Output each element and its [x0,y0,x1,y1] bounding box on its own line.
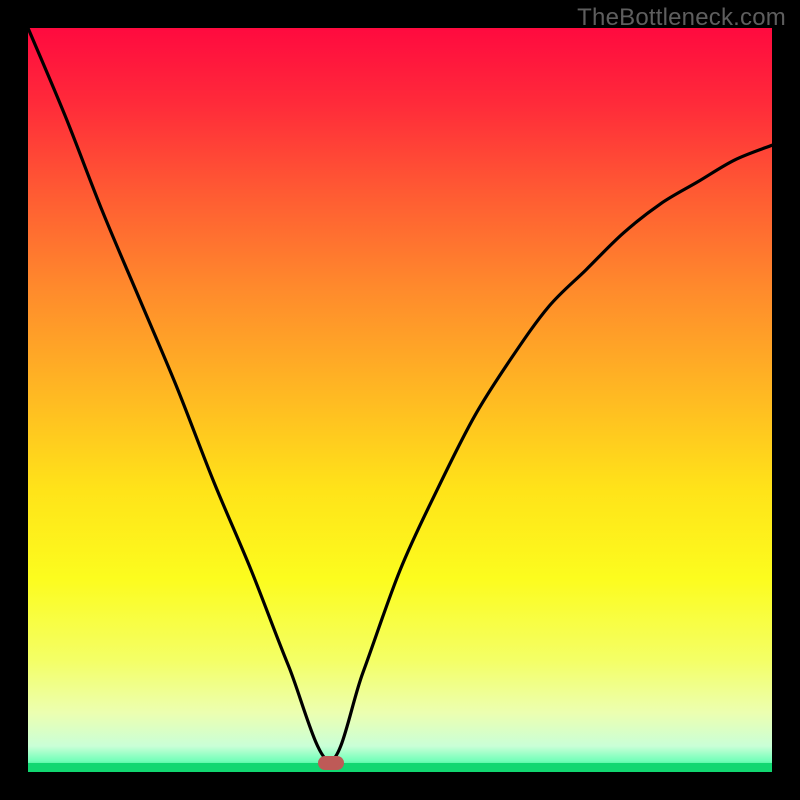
green-floor [28,763,772,772]
optimal-marker [318,756,344,770]
plot-frame [28,28,772,772]
chart-container: TheBottleneck.com [0,0,800,800]
watermark-text: TheBottleneck.com [577,4,786,31]
bottleneck-plot [28,28,772,772]
gradient-background [28,28,772,772]
